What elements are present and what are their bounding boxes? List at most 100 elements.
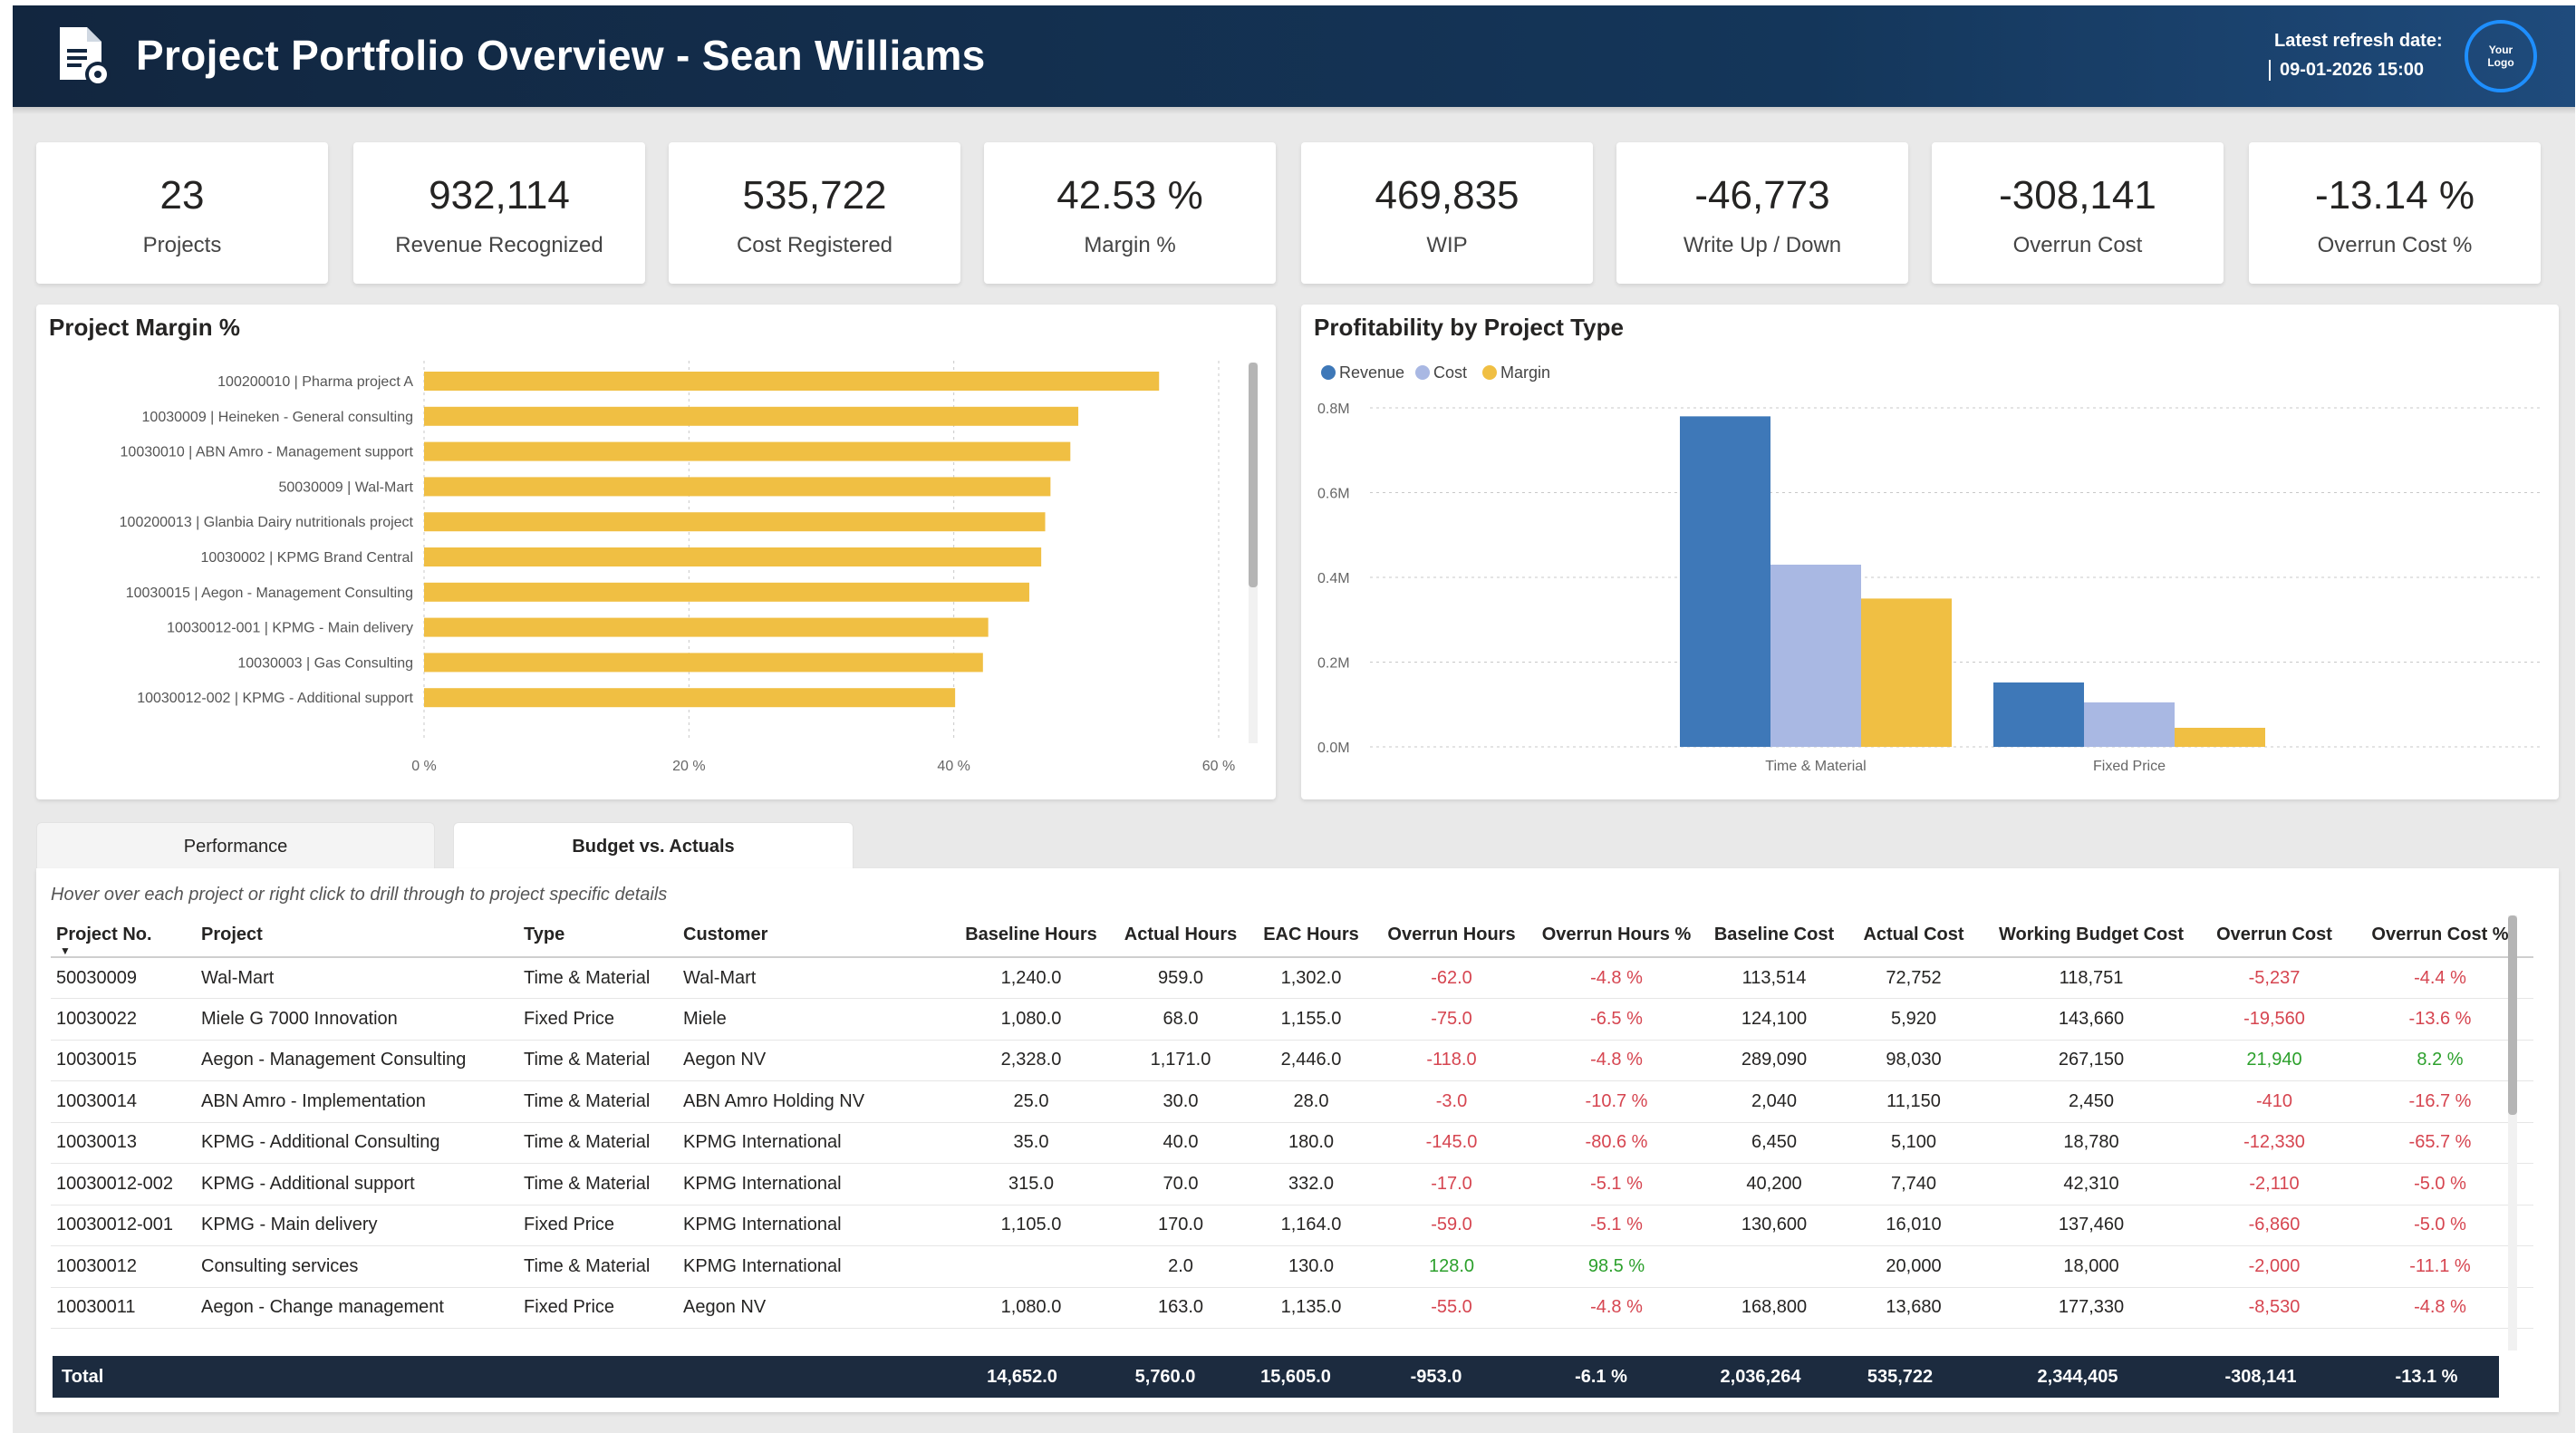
legend-marker bbox=[1482, 365, 1497, 380]
table-row[interactable]: 50030009 Wal-Mart Time & Material Wal-Mart 1… bbox=[51, 957, 2533, 999]
table-row[interactable]: 10030014 ABN Amro - Implementation Time & … bbox=[51, 1080, 2533, 1123]
profit-bar-margin[interactable] bbox=[2175, 727, 2265, 747]
table-row[interactable]: 10030015 Aegon - Management Consulting Tim… bbox=[51, 1040, 2533, 1081]
sort-desc-icon[interactable]: ▼ bbox=[60, 944, 71, 957]
table-cell: 130,600 bbox=[1702, 1205, 1847, 1246]
column-header[interactable]: EAC Hours bbox=[1250, 914, 1372, 958]
table-row[interactable]: 10030012-001 KPMG - Main delivery Fixed Pr… bbox=[51, 1205, 2533, 1246]
table-cell: 25.0 bbox=[951, 1080, 1111, 1123]
table-cell: 1,135.0 bbox=[1250, 1287, 1372, 1329]
kpi-value: 42.53 % bbox=[1056, 173, 1203, 218]
kpi-card: 23 Projects bbox=[36, 142, 328, 284]
table-cell bbox=[1372, 1328, 1531, 1356]
table-total-row: Total 14,652.0 5,760.0 15,605.0 -953.0 -6.1 … bbox=[53, 1356, 2499, 1398]
tab-performance[interactable]: Performance bbox=[36, 822, 435, 871]
table-cell bbox=[2202, 1328, 2347, 1356]
table-cell: 118,751 bbox=[1981, 957, 2202, 999]
legend-label[interactable]: Margin bbox=[1500, 363, 1550, 382]
table-cell: 1,080.0 bbox=[951, 1287, 1111, 1329]
legend-label[interactable]: Revenue bbox=[1339, 363, 1404, 382]
column-header[interactable]: Overrun Hours bbox=[1372, 914, 1531, 958]
table-cell: -145.0 bbox=[1372, 1122, 1531, 1164]
table-cell: -5.0 % bbox=[2347, 1205, 2533, 1246]
margin-bar[interactable] bbox=[424, 547, 1042, 566]
table-row[interactable]: 10030013 KPMG - Additional Consulting Time… bbox=[51, 1122, 2533, 1164]
column-header[interactable]: Baseline Hours bbox=[951, 914, 1111, 958]
kpi-card: 469,835 WIP bbox=[1301, 142, 1593, 284]
kpi-card: 535,722 Cost Registered bbox=[669, 142, 960, 284]
table-cell: ABN Amro Holding NV bbox=[678, 1080, 951, 1123]
category-label: 10030009 | Heineken - General consulting bbox=[142, 410, 413, 425]
table-cell: 8.2 % bbox=[2347, 1040, 2533, 1081]
tab-budget-vs-actuals[interactable]: Budget vs. Actuals bbox=[453, 822, 854, 871]
margin-bar[interactable] bbox=[424, 372, 1160, 391]
profit-bar-revenue[interactable] bbox=[1680, 416, 1770, 747]
kpi-label: Cost Registered bbox=[736, 233, 893, 257]
refresh-date-label: Latest refresh date: bbox=[2274, 31, 2443, 51]
table-cell: 143,660 bbox=[1981, 998, 2202, 1041]
profit-bar-margin[interactable] bbox=[1861, 598, 1952, 747]
margin-bar[interactable] bbox=[424, 582, 1029, 602]
margin-bar[interactable] bbox=[424, 441, 1071, 461]
table-cell: -55.0 bbox=[1372, 1287, 1531, 1329]
table-cell: 16,010 bbox=[1847, 1205, 1981, 1246]
profit-bar-cost[interactable] bbox=[1770, 564, 1861, 747]
table-cell: -13.6 % bbox=[2347, 998, 2533, 1041]
table-cell: -65.7 % bbox=[2347, 1122, 2533, 1164]
margin-bar[interactable] bbox=[424, 653, 983, 673]
column-header[interactable]: Actual Cost bbox=[1847, 914, 1981, 958]
table-cell: -3.0 bbox=[1372, 1080, 1531, 1123]
table-row[interactable]: 10030022 Miele G 7000 Innovation Fixed Pri… bbox=[51, 998, 2533, 1041]
column-header[interactable]: Overrun Cost % bbox=[2347, 914, 2533, 958]
column-header[interactable]: Overrun Hours % bbox=[1531, 914, 1702, 958]
table-cell: -17.0 bbox=[1372, 1163, 1531, 1205]
table-cell: Fixed Price bbox=[518, 998, 678, 1041]
table-cell: 35.0 bbox=[951, 1122, 1111, 1164]
column-header[interactable]: Baseline Cost bbox=[1702, 914, 1847, 958]
table-scrollbar-thumb[interactable] bbox=[2508, 915, 2517, 1115]
table-cell: 1,164.0 bbox=[1250, 1205, 1372, 1246]
profit-bar-revenue[interactable] bbox=[1993, 682, 2084, 747]
table-cell: -6,860 bbox=[2202, 1205, 2347, 1246]
margin-bar[interactable] bbox=[424, 617, 989, 637]
kpi-value: 932,114 bbox=[429, 173, 570, 218]
margin-bar[interactable] bbox=[424, 688, 956, 708]
x-tick-label: 20 % bbox=[672, 759, 705, 774]
table-cell: Wal-Mart bbox=[678, 957, 951, 999]
chart-scrollbar-thumb[interactable] bbox=[1249, 363, 1258, 587]
table-cell: 21,940 bbox=[2202, 1040, 2347, 1081]
header-shadow bbox=[13, 107, 2575, 114]
table-cell: Aegon - Change management bbox=[196, 1287, 518, 1329]
table-row[interactable]: 10030011 Aegon - Change management Fixed P… bbox=[51, 1287, 2533, 1329]
table-cell: -4.8 % bbox=[1531, 1040, 1702, 1081]
column-header[interactable]: Customer bbox=[678, 914, 951, 958]
column-header[interactable]: Project No. bbox=[51, 914, 196, 958]
table-cell: -11.1 % bbox=[2347, 1245, 2533, 1288]
table-cell: 180.0 bbox=[1250, 1122, 1372, 1164]
y-tick-label: 0.4M bbox=[1317, 571, 1350, 586]
table-cell: 1,171.0 bbox=[1111, 1040, 1250, 1081]
legend-marker bbox=[1321, 365, 1336, 380]
column-header[interactable]: Working Budget Cost bbox=[1981, 914, 2202, 958]
margin-bar[interactable] bbox=[424, 477, 1051, 497]
category-label: 10030010 | ABN Amro - Management support bbox=[121, 445, 414, 460]
table-cell: Miele bbox=[678, 998, 951, 1041]
column-header[interactable]: Type bbox=[518, 914, 678, 958]
column-header[interactable]: Overrun Cost bbox=[2202, 914, 2347, 958]
table-cell: 50030009 bbox=[51, 957, 196, 999]
x-category-label: Time & Material bbox=[1765, 759, 1866, 774]
table-cell: -75.0 bbox=[1372, 998, 1531, 1041]
table-row[interactable]: 10030012-002 KPMG - Additional support Tim… bbox=[51, 1163, 2533, 1205]
kpi-label: Overrun Cost % bbox=[2317, 233, 2473, 257]
profit-bar-cost[interactable] bbox=[2084, 702, 2175, 747]
legend-label[interactable]: Cost bbox=[1433, 363, 1467, 382]
margin-bar[interactable] bbox=[424, 512, 1046, 532]
table-cell: 332.0 bbox=[1250, 1163, 1372, 1205]
column-header[interactable]: Project bbox=[196, 914, 518, 958]
column-header[interactable]: Actual Hours bbox=[1111, 914, 1250, 958]
table-row[interactable] bbox=[51, 1328, 2533, 1356]
table-cell bbox=[1250, 1328, 1372, 1356]
table-row[interactable]: 10030012 Consulting services Time & Materi… bbox=[51, 1245, 2533, 1288]
x-tick-label: 60 % bbox=[1202, 759, 1235, 774]
margin-bar[interactable] bbox=[424, 406, 1079, 426]
